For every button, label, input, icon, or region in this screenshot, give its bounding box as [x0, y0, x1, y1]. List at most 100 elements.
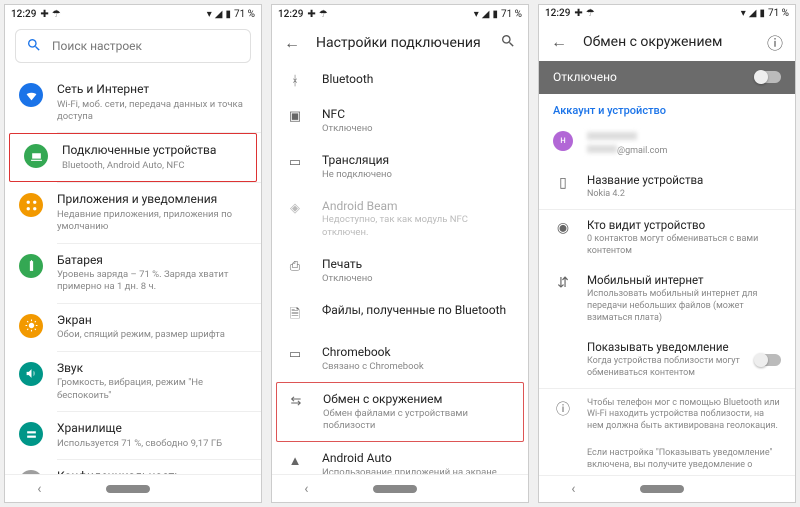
nav-bar: ‹ — [539, 475, 795, 502]
nav-back-icon[interactable]: ‹ — [304, 481, 308, 497]
row-android-auto[interactable]: ▲ Android AutoИспользование приложений н… — [272, 442, 528, 474]
section-account: Аккаунт и устройство — [539, 94, 795, 121]
status-time: 12:29 — [278, 9, 303, 20]
wifi-icon — [19, 83, 43, 107]
shield-icon: ✚ — [574, 8, 582, 19]
signal-icon: ◢ — [215, 9, 223, 20]
print-icon: ⎙ — [286, 259, 304, 274]
wifi-icon: ▾ — [741, 8, 746, 19]
status-time: 12:29 — [11, 9, 36, 20]
row-android-beam: ◈ Android BeamНедоступно, так как модуль… — [272, 190, 528, 248]
wifi-icon: ▾ — [207, 9, 212, 20]
row-bt-files[interactable]: 🗎 Файлы, полученные по Bluetooth — [272, 294, 528, 336]
avatar-icon: н — [553, 131, 573, 151]
row-sound[interactable]: ЗвукГромкость, вибрация, режим "Не беспо… — [5, 352, 261, 411]
android-auto-icon: ▲ — [286, 453, 304, 469]
help-icon[interactable]: ⓘ — [767, 30, 783, 54]
row-storage[interactable]: ХранилищеИспользуется 71 %, свободно 9,1… — [5, 412, 261, 459]
email-prefix-redacted — [587, 145, 617, 153]
app-bar: ← Настройки подключения — [272, 23, 528, 63]
nav-bar: ‹ — [5, 474, 261, 502]
search-icon[interactable] — [500, 33, 516, 53]
battery-percent: 71 % — [234, 9, 255, 20]
row-notification[interactable]: Показывать уведомлениеКогда устройства п… — [539, 332, 795, 387]
connection-list: ᚼ Bluetooth ▣ NFCОтключено ▭ ТрансляцияН… — [272, 63, 528, 474]
visibility-icon: ◉ — [553, 220, 573, 236]
row-display[interactable]: ЭкранОбои, спящий режим, размер шрифта — [5, 304, 261, 351]
laptop-icon: ▭ — [286, 347, 304, 362]
phone-nearby-share: 12:29 ✚ ☂ ▾ ◢ ▮ 71 % ← Обмен с окружение… — [538, 4, 796, 503]
bluetooth-icon: ᚼ — [286, 74, 304, 89]
back-icon[interactable]: ← — [284, 33, 300, 53]
row-privacy[interactable]: КонфиденциальностьРазрешения, действия в… — [5, 460, 261, 474]
nearby-share-icon: ⇆ — [287, 394, 305, 409]
row-nfc[interactable]: ▣ NFCОтключено — [272, 98, 528, 144]
battery-icon: ▮ — [492, 9, 498, 20]
battery-percent: 71 % — [768, 8, 789, 19]
nav-home-pill[interactable] — [106, 485, 150, 493]
file-icon: 🗎 — [286, 305, 304, 327]
umbrella-icon: ☂ — [52, 9, 61, 20]
row-nearby-share[interactable]: ⇆ Обмен с окружениемОбмен файлами с устр… — [276, 382, 524, 442]
phone-settings-main: 12:29 ✚ ☂ ▾ ◢ ▮ 71 % Поиск настроек Сеть… — [4, 4, 262, 503]
nav-home-pill[interactable] — [640, 485, 684, 493]
row-bluetooth[interactable]: ᚼ Bluetooth — [272, 63, 528, 98]
row-info: ⓘ Чтобы телефон мог с помощью Bluetooth … — [539, 389, 795, 441]
nav-back-icon[interactable]: ‹ — [571, 481, 575, 497]
page-title: Настройки подключения — [316, 35, 484, 51]
signal-icon: ◢ — [749, 8, 757, 19]
signal-icon: ◢ — [482, 9, 490, 20]
info-icon: ⓘ — [553, 399, 573, 419]
row-cast[interactable]: ▭ ТрансляцияНе подключено — [272, 144, 528, 190]
master-toggle-bar[interactable]: Отключено — [539, 61, 795, 94]
nav-home-pill[interactable] — [373, 485, 417, 493]
search-placeholder: Поиск настроек — [52, 39, 142, 53]
row-print[interactable]: ⎙ ПечатьОтключено — [272, 248, 528, 294]
nav-bar: ‹ — [272, 474, 528, 502]
back-icon[interactable]: ← — [551, 32, 567, 52]
status-bar: 12:29 ✚ ☂ ▾ ◢ ▮ 71 % — [5, 5, 261, 23]
row-device-name[interactable]: ▯ Название устройстваNokia 4.2 — [539, 165, 795, 209]
cast-icon: ▭ — [286, 155, 304, 170]
umbrella-icon: ☂ — [319, 9, 328, 20]
phone-connection-prefs: 12:29 ✚ ☂ ▾ ◢ ▮ 71 % ← Настройки подключ… — [271, 4, 529, 503]
row-connected-devices[interactable]: Подключенные устройстваBluetooth, Androi… — [9, 133, 257, 182]
devices-icon — [24, 144, 48, 168]
master-switch[interactable] — [755, 71, 781, 83]
settings-list: Сеть и ИнтернетWi-Fi, моб. сети, передач… — [5, 73, 261, 474]
status-time: 12:29 — [545, 8, 570, 19]
status-bar: 12:29 ✚ ☂ ▾ ◢ ▮ 71 % — [539, 5, 795, 22]
row-data[interactable]: ⇵ Мобильный интернетИспользовать мобильн… — [539, 265, 795, 332]
data-icon: ⇵ — [553, 275, 573, 291]
wifi-icon: ▾ — [474, 9, 479, 20]
page-title: Обмен с окружением — [583, 34, 751, 50]
search-input[interactable]: Поиск настроек — [15, 29, 251, 63]
battery-icon: ▮ — [759, 8, 765, 19]
apps-icon — [19, 193, 43, 217]
phone-icon: ▯ — [553, 175, 573, 191]
nav-back-icon[interactable]: ‹ — [37, 481, 41, 497]
android-icon: ◈ — [286, 201, 304, 216]
umbrella-icon: ☂ — [586, 8, 595, 19]
storage-icon — [19, 422, 43, 446]
row-chromebook[interactable]: ▭ ChromebookСвязано с Chromebook — [272, 336, 528, 382]
row-network[interactable]: Сеть и ИнтернетWi-Fi, моб. сети, передач… — [5, 73, 261, 132]
row-battery[interactable]: БатареяУровень заряда – 71 %. Заряда хва… — [5, 244, 261, 303]
shield-icon: ✚ — [40, 9, 48, 20]
nfc-icon: ▣ — [286, 109, 304, 124]
row-account[interactable]: н @gmail.com — [539, 121, 795, 166]
row-apps[interactable]: Приложения и уведомленияНедавние приложе… — [5, 183, 261, 242]
battery-percent: 71 % — [501, 9, 522, 20]
sound-icon — [19, 362, 43, 386]
app-bar: ← Обмен с окружением ⓘ — [539, 22, 795, 61]
toggle-label: Отключено — [553, 70, 617, 84]
search-icon — [26, 37, 42, 56]
row-visibility[interactable]: ◉ Кто видит устройство0 контактов могут … — [539, 210, 795, 265]
notification-switch[interactable] — [755, 354, 781, 366]
shield-icon: ✚ — [307, 9, 315, 20]
account-name-redacted — [587, 132, 637, 140]
status-bar: 12:29 ✚ ☂ ▾ ◢ ▮ 71 % — [272, 5, 528, 23]
display-icon — [19, 314, 43, 338]
battery-icon — [19, 254, 43, 278]
battery-icon: ▮ — [225, 9, 231, 20]
